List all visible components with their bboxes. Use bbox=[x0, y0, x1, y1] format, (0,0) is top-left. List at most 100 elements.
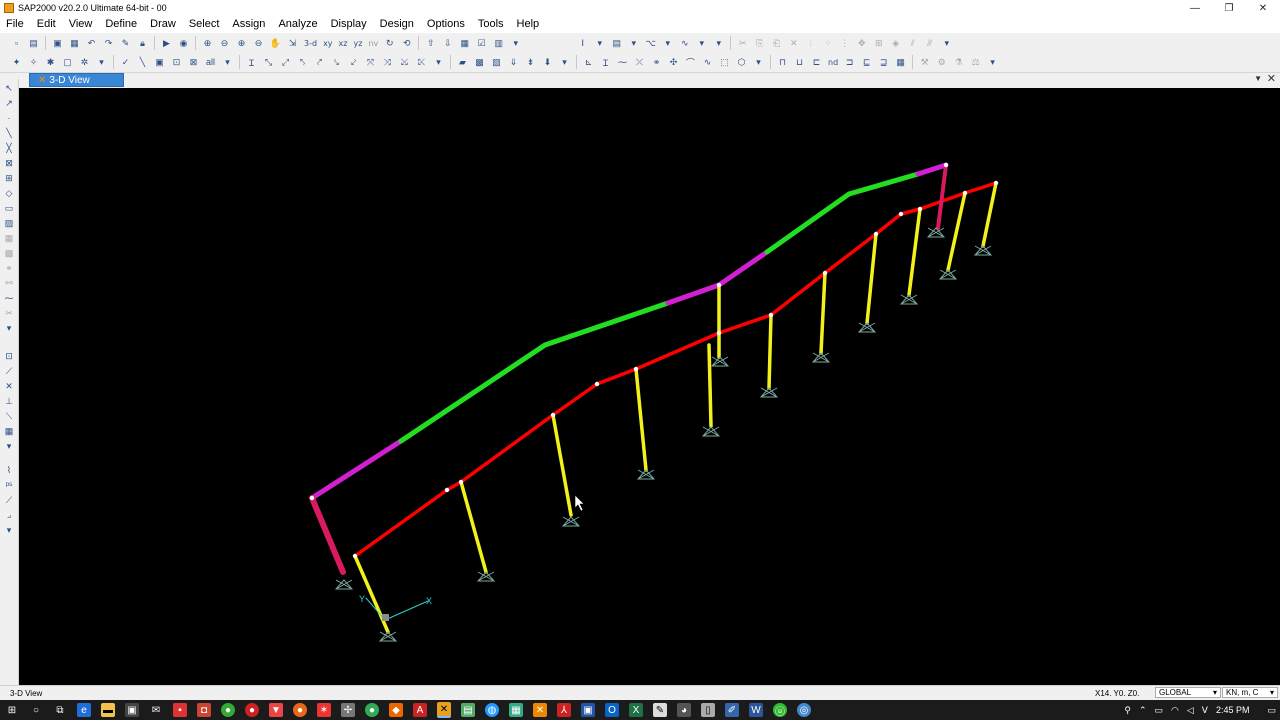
area-loads-icon[interactable]: ⬇ bbox=[541, 55, 555, 69]
draw-curve-icon[interactable]: ⌒ bbox=[684, 55, 698, 69]
view-yz-button[interactable]: yz bbox=[353, 39, 362, 48]
app-green-icon[interactable]: ● bbox=[365, 703, 379, 717]
draw-tendon-icon[interactable]: ⤫ bbox=[633, 55, 647, 69]
coordinate-system-select[interactable]: GLOBAL ▾ bbox=[1155, 687, 1221, 698]
app-doc-icon[interactable]: ▤ bbox=[461, 703, 475, 717]
app-star-icon[interactable]: ✶ bbox=[317, 703, 331, 717]
app-fan-icon[interactable]: ✢ bbox=[341, 703, 355, 717]
fixed-support-icon[interactable] bbox=[701, 426, 721, 437]
draw-cable-icon[interactable]: ⁓ bbox=[616, 55, 630, 69]
dropdown-arrow-icon[interactable]: ▾ bbox=[509, 36, 523, 50]
view-xz-button[interactable]: xz bbox=[339, 39, 348, 48]
wifi-icon[interactable]: ◠ bbox=[1171, 705, 1179, 716]
assign-spring-icon[interactable]: ▢ bbox=[61, 55, 75, 69]
app-doc2-icon[interactable]: ▯ bbox=[701, 703, 715, 717]
draw-special-joint-icon[interactable]: ⊾ bbox=[582, 55, 596, 69]
clear-selection-icon[interactable]: ⊠ bbox=[187, 55, 201, 69]
draw-poly-icon[interactable]: ⬡ bbox=[735, 55, 749, 69]
select-all-objects-icon[interactable]: all bbox=[204, 55, 218, 69]
dropdown-arrow-icon[interactable]: ▾ bbox=[940, 36, 954, 50]
frame-beam-red[interactable] bbox=[445, 480, 463, 492]
snap-grid-icon[interactable]: ▦ bbox=[3, 425, 15, 437]
zoom-restore-icon[interactable]: ⊖ bbox=[218, 36, 232, 50]
tab-3d-view[interactable]: ✕ 3-D View bbox=[29, 73, 124, 87]
excel-icon[interactable]: X bbox=[629, 703, 643, 717]
delete-icon[interactable]: ✕ bbox=[787, 36, 801, 50]
mail-icon[interactable]: ✉ bbox=[149, 703, 163, 717]
draw-area-icon[interactable]: ⬚ bbox=[718, 55, 732, 69]
frame-release-icon[interactable]: ⤡ bbox=[262, 55, 276, 69]
outlook-icon[interactable]: O bbox=[605, 703, 619, 717]
draw-tendon-icon[interactable]: ⁓ bbox=[3, 292, 15, 304]
draw-section-cut-icon[interactable]: ✂ bbox=[3, 307, 15, 319]
quick-draw-secondary-icon[interactable]: ⊞ bbox=[3, 172, 15, 184]
menu-display[interactable]: Display bbox=[325, 16, 374, 33]
display-stresses-icon[interactable]: ⊒ bbox=[877, 55, 891, 69]
menu-view[interactable]: View bbox=[63, 16, 100, 33]
frame-column[interactable] bbox=[819, 271, 827, 355]
draw-link-icon[interactable]: ⚭ bbox=[650, 55, 664, 69]
volume-icon[interactable]: ◁ bbox=[1187, 705, 1194, 716]
store-icon[interactable]: ▣ bbox=[125, 703, 139, 717]
frame-modifier-icon[interactable]: ⤦ bbox=[347, 55, 361, 69]
person-icon[interactable]: ⚲ bbox=[1124, 705, 1131, 716]
display-forces-icon[interactable]: ⊑ bbox=[860, 55, 874, 69]
dropdown-arrow-icon[interactable]: ▾ bbox=[558, 55, 572, 69]
joint-node[interactable] bbox=[550, 412, 556, 418]
view-3d-button[interactable]: 3-d bbox=[304, 39, 317, 48]
menu-analyze[interactable]: Analyze bbox=[272, 16, 324, 33]
dropdown-arrow-icon[interactable]: ▾ bbox=[712, 36, 726, 50]
dropdown-arrow-icon[interactable]: ▾ bbox=[752, 55, 766, 69]
menu-tools[interactable]: Tools bbox=[472, 16, 511, 33]
app-red-icon[interactable]: ▪ bbox=[173, 703, 187, 717]
joint-node[interactable] bbox=[917, 206, 923, 212]
display-loads-icon[interactable]: ⊐ bbox=[843, 55, 857, 69]
frame-beam-red[interactable] bbox=[874, 212, 903, 236]
network-icon[interactable]: ▭ bbox=[1154, 705, 1163, 716]
cut-icon[interactable]: ✂ bbox=[736, 36, 750, 50]
draw-rect-area-icon[interactable]: ▭ bbox=[3, 202, 15, 214]
new-file-icon[interactable]: ▫ bbox=[10, 36, 24, 50]
quick-draw-link-icon[interactable]: ⚯ bbox=[3, 277, 15, 289]
dropdown-arrow-icon[interactable]: ▾ bbox=[3, 524, 15, 536]
draw-poly-area-icon[interactable]: ◇ bbox=[3, 187, 15, 199]
align-icon[interactable]: ⊞ bbox=[872, 36, 886, 50]
chrome-icon[interactable]: ● bbox=[221, 703, 235, 717]
joint-node[interactable] bbox=[943, 162, 949, 168]
frame-beam-ridge[interactable] bbox=[846, 171, 921, 197]
frame-column[interactable] bbox=[707, 343, 713, 428]
frame-column[interactable] bbox=[634, 367, 648, 472]
frame-offset-icon[interactable]: ⤣ bbox=[296, 55, 310, 69]
app-blue-circle-icon[interactable]: ◎ bbox=[797, 703, 811, 717]
open-file-icon[interactable]: ▤ bbox=[27, 36, 41, 50]
frame-beam-red[interactable] bbox=[769, 271, 827, 317]
frame-beam-ridge[interactable] bbox=[716, 249, 770, 288]
notes-icon[interactable]: ✎ bbox=[653, 703, 667, 717]
dropdown-arrow-icon[interactable]: ▾ bbox=[627, 36, 641, 50]
show-undeformed-button[interactable]: nd bbox=[828, 58, 838, 67]
save-icon[interactable]: ▣ bbox=[51, 36, 65, 50]
frame-end-rafter[interactable] bbox=[309, 495, 346, 575]
quick-draw-area-icon[interactable]: ▨ bbox=[3, 217, 15, 229]
autocad-icon[interactable]: A bbox=[413, 703, 427, 717]
move-up-icon[interactable]: ⇧ bbox=[424, 36, 438, 50]
menu-edit[interactable]: Edit bbox=[31, 16, 63, 33]
draw-frame-icon[interactable]: ╲ bbox=[3, 127, 15, 139]
chevron-up-icon[interactable]: ⌃ bbox=[1139, 705, 1147, 716]
joint-node[interactable] bbox=[444, 487, 450, 493]
joint-node[interactable] bbox=[873, 231, 879, 237]
frame-beam-red[interactable] bbox=[963, 181, 998, 195]
offset-icon[interactable]: ⫽ bbox=[906, 36, 920, 50]
perspective-icon[interactable]: ⟲ bbox=[400, 36, 414, 50]
menu-design[interactable]: Design bbox=[374, 16, 421, 33]
frame-column[interactable] bbox=[907, 207, 922, 297]
dropdown-arrow-icon[interactable]: ▾ bbox=[432, 55, 446, 69]
menu-define[interactable]: Define bbox=[99, 16, 144, 33]
frame-local-axes-icon[interactable]: ⤥ bbox=[330, 55, 344, 69]
frame-beam-ridge[interactable] bbox=[665, 282, 722, 306]
menu-select[interactable]: Select bbox=[183, 16, 227, 33]
deformed-shape-icon[interactable]: ∿ bbox=[678, 36, 692, 50]
frame-beam-ridge[interactable] bbox=[915, 162, 949, 177]
pointer-icon[interactable]: ↖ bbox=[3, 82, 15, 94]
zoom-in-icon[interactable]: ⊕ bbox=[235, 36, 249, 50]
